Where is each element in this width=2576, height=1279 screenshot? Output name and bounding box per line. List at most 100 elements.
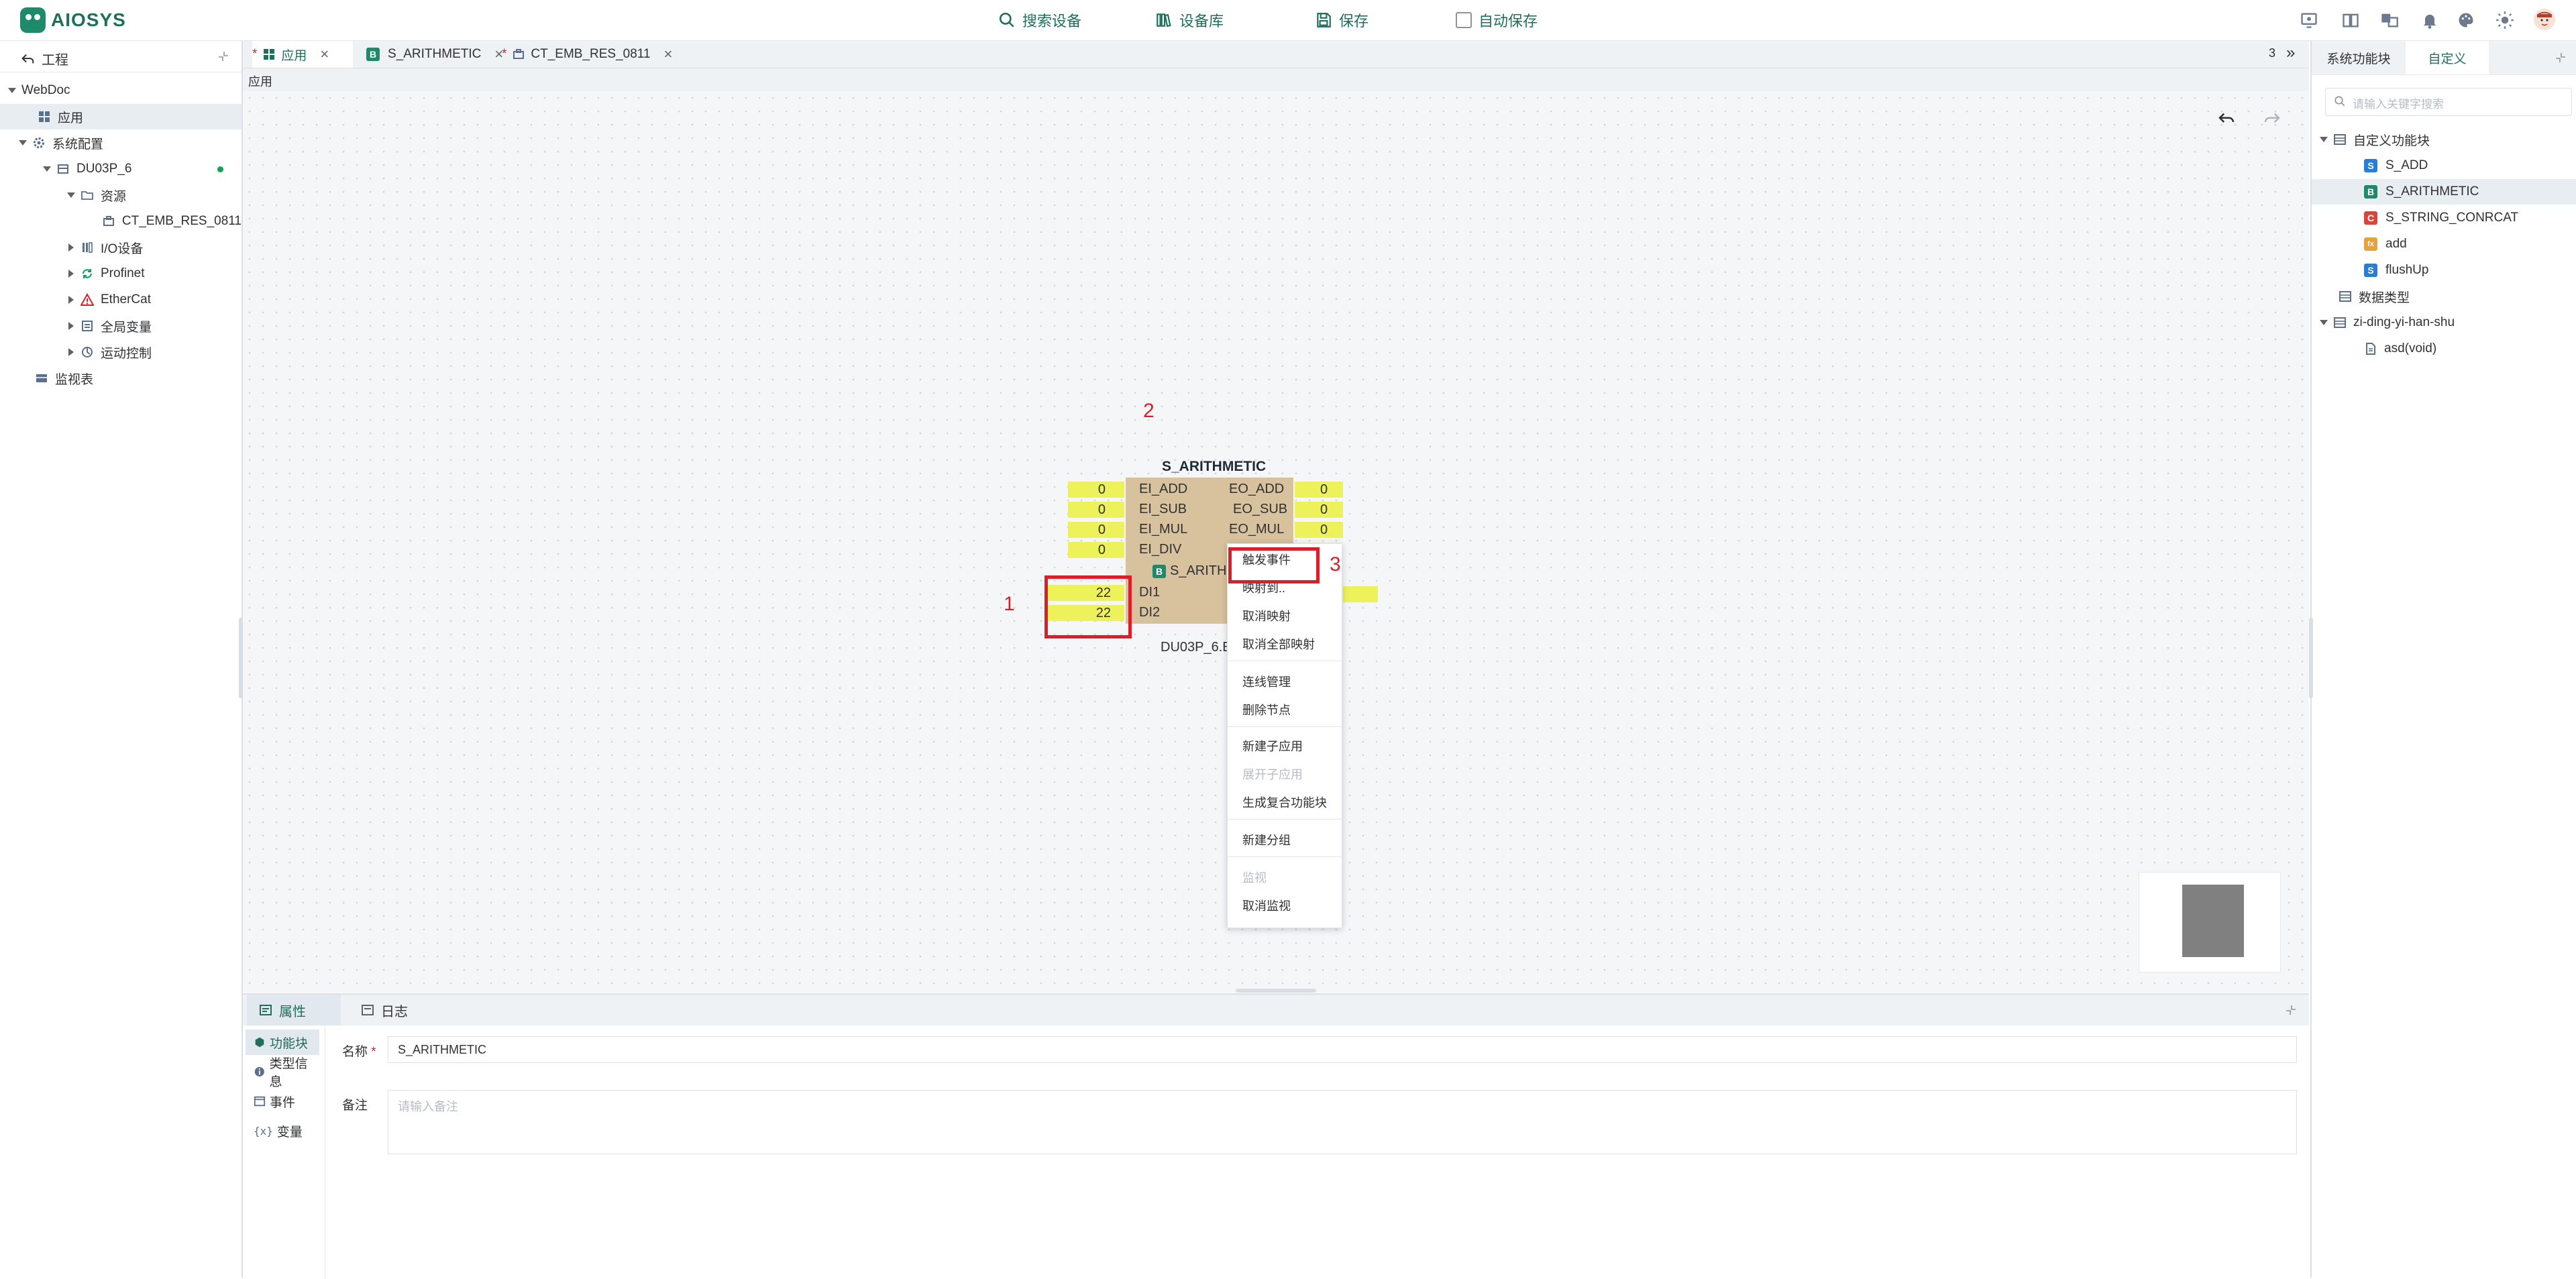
library-item-s-arithmetic[interactable]: B S_ARITHMETIC bbox=[2312, 179, 2576, 205]
logo-icon bbox=[20, 7, 46, 33]
tree-item-resources[interactable]: 资源 bbox=[0, 182, 241, 208]
pin-label: EI_ADD bbox=[1139, 482, 1188, 496]
library-item-data-types[interactable]: 数据类型 bbox=[2312, 284, 2576, 309]
breadcrumb-item[interactable]: 应用 bbox=[248, 72, 272, 90]
event-output-pin[interactable]: 0 bbox=[1295, 482, 1343, 498]
library-item-custom-fb[interactable]: 自定义功能块 bbox=[2312, 127, 2576, 152]
name-label: 名称 * bbox=[342, 1045, 376, 1059]
library-item-asd[interactable]: asd(void) bbox=[2312, 336, 2576, 362]
minimap-viewport[interactable] bbox=[2182, 885, 2244, 957]
name-input[interactable]: S_ARITHMETIC bbox=[388, 1036, 2297, 1063]
tab-custom[interactable]: 自定义 bbox=[2406, 41, 2489, 74]
more-tabs-button[interactable]: » bbox=[2286, 44, 2295, 62]
tab-application[interactable]: * 应用 × bbox=[252, 41, 353, 68]
search-icon bbox=[2334, 96, 2345, 107]
user-avatar[interactable] bbox=[2533, 8, 2556, 31]
tab-system-blocks[interactable]: 系统功能块 bbox=[2312, 41, 2406, 74]
event-input-pin[interactable]: 0 bbox=[1068, 522, 1124, 538]
tab-ct-emb-res[interactable]: * CT_EMB_RES_0811 × bbox=[502, 41, 703, 68]
menu-item-new-sub-app[interactable]: 新建子应用 bbox=[1228, 733, 1342, 760]
monitor-icon[interactable] bbox=[2300, 11, 2318, 30]
caret-down-icon bbox=[19, 140, 27, 146]
search-icon bbox=[999, 12, 1014, 27]
highlight-box-trigger-event bbox=[1228, 547, 1320, 583]
menu-item-unmap-all[interactable]: 取消全部映射 bbox=[1228, 631, 1342, 658]
tree-item-global-vars[interactable]: 全局变量 bbox=[0, 313, 241, 339]
close-icon[interactable]: × bbox=[320, 46, 329, 63]
event-icon bbox=[254, 1096, 266, 1107]
collapse-panel-icon[interactable] bbox=[2555, 52, 2567, 64]
tree-item-io-devices[interactable]: I/O设备 bbox=[0, 235, 241, 260]
event-input-pin[interactable]: 0 bbox=[1068, 502, 1124, 518]
menu-item-delete-node[interactable]: 删除节点 bbox=[1228, 697, 1342, 724]
io-icon bbox=[80, 241, 94, 254]
redo-icon[interactable] bbox=[2262, 109, 2286, 133]
library-item-s-add[interactable]: S S_ADD bbox=[2312, 153, 2576, 178]
tree-item-system-config[interactable]: 系统配置 bbox=[0, 130, 241, 156]
event-input-pin[interactable]: 0 bbox=[1068, 482, 1124, 498]
note-textarea[interactable]: 请输入备注 bbox=[388, 1090, 2297, 1154]
caret-right-icon bbox=[68, 322, 74, 330]
top-toolbar: AIOSYS 搜索设备 设备库 保存 自动保存 bbox=[0, 0, 2576, 41]
tree-item-application[interactable]: 应用 bbox=[0, 104, 241, 129]
library-search-input[interactable]: 请输入关键字搜索 bbox=[2325, 88, 2572, 116]
search-device-button[interactable]: 搜索设备 bbox=[998, 8, 1081, 32]
tab-log[interactable]: 日志 bbox=[361, 995, 441, 1025]
side-item-function-block[interactable]: 功能块 bbox=[246, 1030, 319, 1055]
side-item-events[interactable]: 事件 bbox=[246, 1089, 319, 1114]
palette-icon[interactable] bbox=[2457, 11, 2475, 30]
menu-item-connection-mgmt[interactable]: 连线管理 bbox=[1228, 669, 1342, 696]
project-back-button[interactable]: 工程 bbox=[20, 49, 68, 68]
translate-icon[interactable] bbox=[2380, 11, 2399, 30]
menu-item-monitor: 监视 bbox=[1242, 871, 1267, 885]
side-item-type-info[interactable]: 类型信息 bbox=[246, 1057, 319, 1089]
tree-item-motion-control[interactable]: 运动控制 bbox=[0, 339, 241, 365]
bottom-resize-handle[interactable] bbox=[1236, 989, 1316, 993]
library-item-s-string-concat[interactable]: C S_STRING_CONRCAT bbox=[2312, 205, 2576, 231]
bell-icon[interactable] bbox=[2420, 11, 2439, 30]
tree-item-ethercat[interactable]: EtherCat bbox=[0, 287, 241, 313]
book-icon[interactable] bbox=[2341, 11, 2360, 30]
tree-item-watch-table[interactable]: 监视表 bbox=[0, 366, 241, 391]
cube-icon bbox=[255, 1037, 264, 1048]
variable-icon: {x} bbox=[254, 1124, 273, 1137]
minimap[interactable] bbox=[2139, 872, 2281, 972]
undo-icon[interactable] bbox=[2216, 109, 2241, 133]
menu-item-unmap[interactable]: 取消映射 bbox=[1228, 603, 1342, 630]
device-library-button[interactable]: 设备库 bbox=[1155, 8, 1224, 32]
tree-item-ct-emb-res[interactable]: CT_EMB_RES_0811 bbox=[0, 209, 241, 234]
side-item-variables[interactable]: {x} 变量 bbox=[246, 1118, 319, 1144]
collapse-panel-icon[interactable] bbox=[217, 50, 229, 62]
auto-save-checkbox[interactable]: 自动保存 bbox=[1456, 8, 1538, 32]
save-button[interactable]: 保存 bbox=[1315, 8, 1368, 32]
library-item-custom-functions[interactable]: zi-ding-yi-han-shu bbox=[2312, 310, 2576, 335]
close-icon[interactable]: × bbox=[664, 46, 673, 63]
menu-item-create-composite-fb[interactable]: 生成复合功能块 bbox=[1228, 789, 1342, 816]
menu-item-new-group[interactable]: 新建分组 bbox=[1228, 827, 1342, 854]
menu-item-expand-sub-app: 展开子应用 bbox=[1242, 768, 1303, 781]
warning-icon bbox=[80, 293, 94, 307]
event-output-pin[interactable]: 0 bbox=[1295, 522, 1343, 538]
sun-icon[interactable] bbox=[2496, 11, 2514, 30]
library-item-add[interactable]: fx add bbox=[2312, 231, 2576, 257]
tab-properties[interactable]: 属性 bbox=[247, 995, 341, 1025]
tree-item-du03p-6[interactable]: DU03P_6 bbox=[0, 156, 241, 182]
menu-item-cancel-monitor[interactable]: 取消监视 bbox=[1228, 893, 1342, 920]
library-item-flushup[interactable]: S flushUp bbox=[2312, 258, 2576, 283]
event-input-pin[interactable]: 0 bbox=[1068, 542, 1124, 558]
tree-item-profinet[interactable]: Profinet bbox=[0, 261, 241, 286]
breadcrumb: 应用 bbox=[243, 68, 2309, 91]
table-icon bbox=[35, 372, 48, 385]
tree-item-webdoc[interactable]: WebDoc bbox=[0, 78, 241, 103]
caret-down-icon bbox=[2320, 320, 2328, 325]
event-output-pin[interactable]: 0 bbox=[1295, 502, 1343, 518]
app-logo[interactable]: AIOSYS bbox=[20, 5, 126, 35]
collapse-panel-icon[interactable] bbox=[2285, 1004, 2297, 1016]
folder-icon bbox=[80, 188, 94, 202]
caret-down-icon bbox=[67, 192, 75, 198]
caret-right-icon bbox=[68, 270, 74, 278]
right-resize-handle[interactable] bbox=[2309, 618, 2313, 698]
bottom-tab-bar bbox=[243, 995, 2309, 1025]
fb-device-label: DU03P_6.E bbox=[1161, 640, 1232, 655]
data-output-pin[interactable] bbox=[1343, 586, 1378, 602]
